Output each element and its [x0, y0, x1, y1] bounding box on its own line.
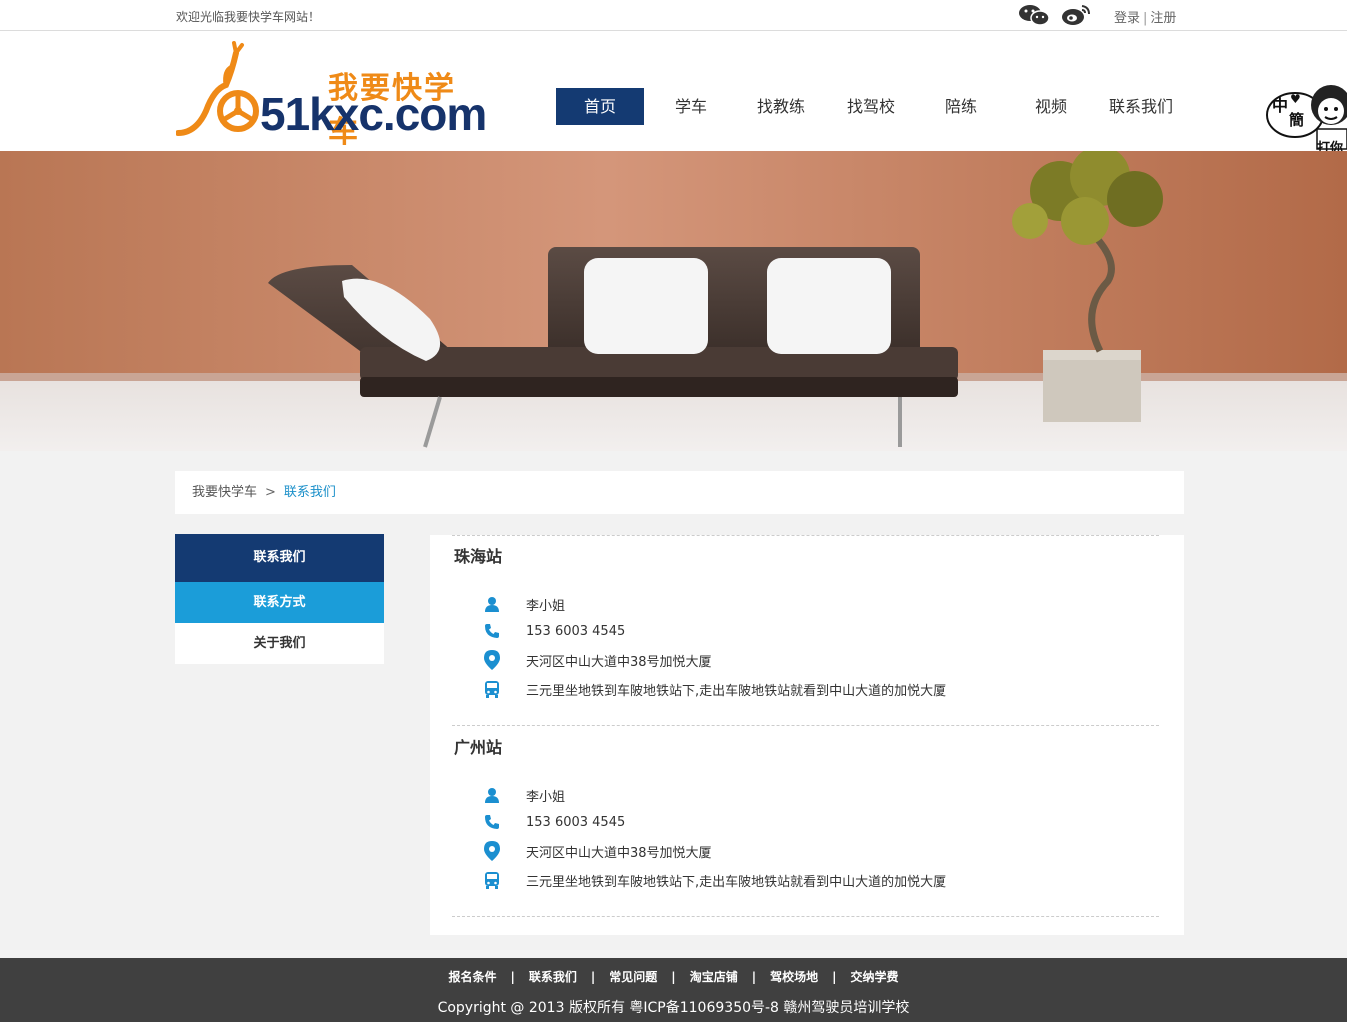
social-icons — [1018, 4, 1092, 26]
footer-separator: | — [751, 970, 757, 984]
contact-row: 李小姐 — [482, 593, 565, 615]
divider — [452, 535, 1159, 536]
footer-separator: | — [832, 970, 837, 984]
wechat-icon[interactable] — [1018, 4, 1050, 26]
logo-domain-text: 51kxc.com — [260, 88, 487, 140]
phone-icon — [482, 621, 502, 641]
footer-separator: | — [590, 970, 596, 984]
sidebar: 联系我们 联系方式 关于我们 — [175, 534, 384, 664]
divider — [452, 916, 1159, 917]
contact-row: 李小姐 — [482, 784, 565, 806]
address-row: 天河区中山大道中38号加悦大厦 — [482, 840, 712, 862]
site-logo[interactable]: 我要快学车 51kxc.com — [176, 41, 487, 150]
auth-separator: | — [1143, 11, 1148, 26]
breadcrumb-current[interactable]: 联系我们 — [284, 485, 336, 500]
sofa-banner-image — [0, 151, 1347, 451]
user-icon — [482, 594, 502, 614]
address-text: 天河区中山大道中38号加悦大厦 — [526, 845, 712, 861]
header: 我要快学车 51kxc.com 首页 学车 找教练 找驾校 陪练 视频 联系我们… — [0, 31, 1347, 156]
sidebar-item-contact-methods[interactable]: 联系方式 — [175, 582, 384, 623]
login-link[interactable]: 登录 — [1114, 11, 1140, 26]
nav-item-find-school[interactable]: 找驾校 — [826, 88, 916, 125]
footer-link-tuition[interactable]: 交纳学费 — [851, 970, 899, 984]
kangaroo-logo-icon — [176, 41, 259, 136]
weibo-icon[interactable] — [1060, 4, 1092, 26]
heart-icon: ♥ — [1290, 92, 1301, 106]
mascot-text-1: 中 — [1272, 96, 1289, 115]
location-pin-icon — [482, 841, 502, 861]
transit-text: 三元里坐地铁到车陂地铁站下,走出车陂地铁站就看到中山大道的加悦大厦 — [526, 874, 947, 890]
footer-link-taobao[interactable]: 淘宝店铺 — [690, 970, 738, 984]
address-text: 天河区中山大道中38号加悦大厦 — [526, 654, 712, 670]
hero-banner — [0, 151, 1347, 451]
footer-link-contact[interactable]: 联系我们 — [529, 970, 577, 984]
contact-name: 李小姐 — [526, 598, 566, 614]
footer: 报名条件 | 联系我们 | 常见问题 | 淘宝店铺 | 驾校场地 | 交纳学费 Copyright … — [0, 958, 1347, 1022]
nav-item-video[interactable]: 视频 — [1006, 88, 1096, 125]
transit-text: 三元里坐地铁到车陂地铁站下,走出车陂地铁站就看到中山大道的加悦大厦 — [526, 683, 947, 699]
phone-row: 153 6003 4545 — [482, 620, 625, 642]
nav-item-home[interactable]: 首页 — [556, 88, 644, 125]
register-link[interactable]: 注册 — [1150, 11, 1176, 26]
bus-icon — [482, 870, 502, 890]
user-icon — [482, 785, 502, 805]
nav-item-find-coach[interactable]: 找教练 — [736, 88, 826, 125]
sidebar-title: 联系我们 — [175, 534, 384, 582]
footer-links: 报名条件 | 联系我们 | 常见问题 | 淘宝店铺 | 驾校场地 | 交纳学费 — [0, 968, 1347, 985]
station-title: 珠海站 — [454, 547, 503, 566]
nav-item-learn-driving[interactable]: 学车 — [646, 88, 736, 125]
bus-icon — [482, 679, 502, 699]
mascot-text-2: 簡 — [1289, 111, 1305, 129]
footer-separator: | — [510, 970, 515, 984]
contact-name: 李小姐 — [526, 789, 566, 805]
top-bar: 欢迎光临我要快学车网站！ 登录 | 注册 — [0, 0, 1347, 31]
phone-number[interactable]: 153 6003 4545 — [526, 624, 625, 639]
station-title: 广州站 — [454, 738, 503, 757]
breadcrumb-separator: > — [265, 485, 276, 500]
nav-item-practice[interactable]: 陪练 — [916, 88, 1006, 125]
transit-row: 三元里坐地铁到车陂地铁站下,走出车陂地铁站就看到中山大道的加悦大厦 — [482, 678, 946, 700]
phone-number[interactable]: 153 6003 4545 — [526, 815, 625, 830]
footer-separator: | — [671, 970, 676, 984]
breadcrumb: 我要快学车 > 联系我们 — [175, 471, 1184, 514]
footer-link-registration[interactable]: 报名条件 — [448, 970, 496, 984]
footer-link-faq[interactable]: 常见问题 — [609, 970, 657, 984]
contact-content: 珠海站 李小姐 153 6003 4545 天河区中山大道中38号加悦大厦 三元… — [430, 535, 1184, 935]
footer-link-school-venue[interactable]: 驾校场地 — [770, 970, 818, 984]
transit-row: 三元里坐地铁到车陂地铁站下,走出车陂地铁站就看到中山大道的加悦大厦 — [482, 869, 946, 891]
sidebar-item-about-us[interactable]: 关于我们 — [175, 623, 384, 664]
main-nav: 首页 学车 找教练 找驾校 陪练 视频 联系我们 — [556, 88, 1186, 125]
nav-item-contact[interactable]: 联系我们 — [1096, 88, 1186, 125]
address-row: 天河区中山大道中38号加悦大厦 — [482, 649, 712, 671]
phone-row: 153 6003 4545 — [482, 811, 625, 833]
phone-icon — [482, 812, 502, 832]
copyright-text: Copyright @ 2013 版权所有 粤ICP备11069350号-8 赣… — [437, 1000, 910, 1016]
mascot-badge[interactable]: 中 ♥ 簡 打你 — [1265, 75, 1347, 156]
welcome-text: 欢迎光临我要快学车网站！ — [176, 10, 321, 24]
auth-links: 登录 | 注册 — [1114, 7, 1176, 26]
divider — [452, 725, 1159, 726]
breadcrumb-home[interactable]: 我要快学车 — [192, 485, 257, 500]
location-pin-icon — [482, 650, 502, 670]
